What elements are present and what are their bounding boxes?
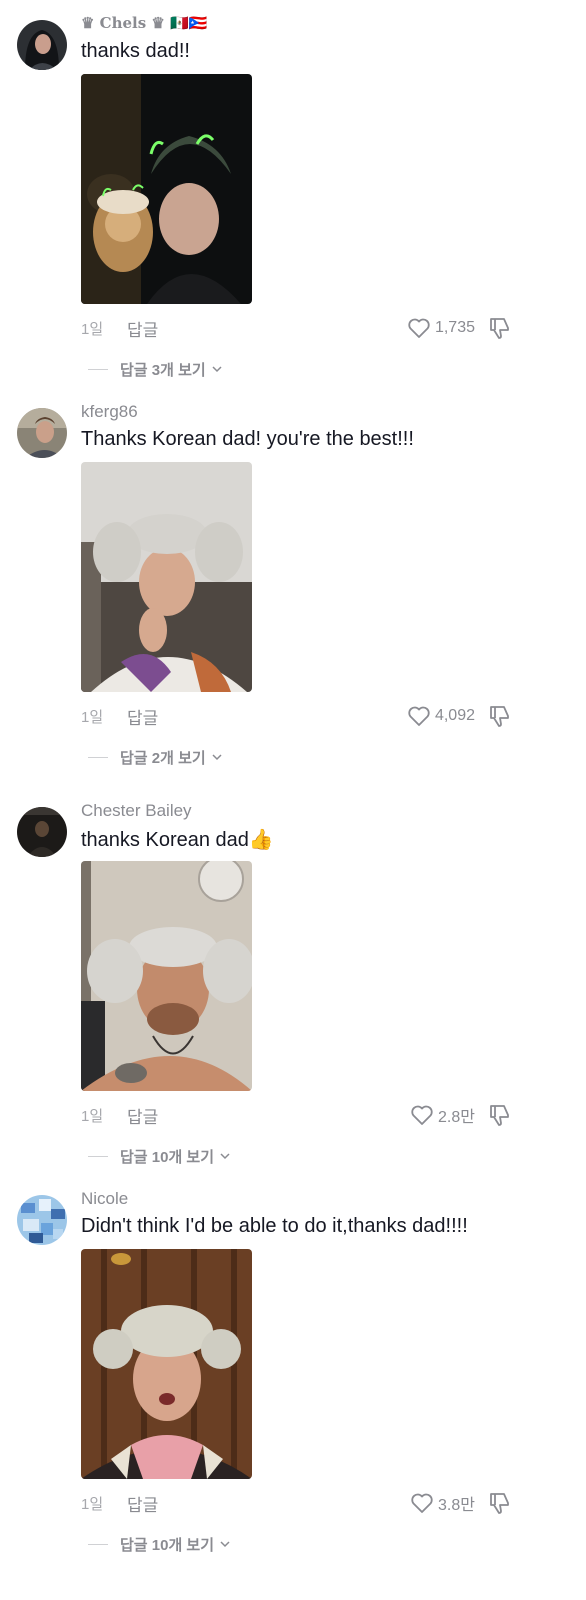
view-replies-label: 답글 10개 보기 xyxy=(120,1148,215,1166)
avatar[interactable] xyxy=(17,20,67,70)
comment-photo[interactable] xyxy=(81,74,252,304)
username[interactable]: Chester Bailey xyxy=(81,801,192,821)
like-count: 2.8만 xyxy=(438,1109,475,1126)
like-button[interactable]: 4,092 xyxy=(407,704,475,728)
like-count: 4,092 xyxy=(434,707,475,724)
comment-item: kferg86 Thanks Korean dad! you're the be… xyxy=(0,388,586,784)
thumbs-down-icon xyxy=(490,1493,509,1514)
comment-item: Nicole Didn't think I'd be able to do it… xyxy=(0,1175,586,1571)
comment-meta: 1일 답글 2.8만 xyxy=(81,1103,521,1127)
like-button[interactable]: 1,735 xyxy=(407,316,475,340)
thumbs-down-icon xyxy=(490,318,509,339)
timestamp: 1일 xyxy=(81,1496,104,1513)
like-count: 1,735 xyxy=(434,319,475,336)
comment-meta: 1일 답글 3.8만 xyxy=(81,1491,521,1515)
view-replies-button[interactable]: 답글 10개 보기 xyxy=(88,1145,231,1167)
reply-button[interactable]: 답글 xyxy=(127,1103,158,1128)
timestamp: 1일 xyxy=(81,709,104,726)
heart-outline-icon xyxy=(411,1493,433,1513)
view-replies-button[interactable]: 답글 2개 보기 xyxy=(88,746,223,768)
avatar[interactable] xyxy=(17,807,67,857)
avatar[interactable] xyxy=(17,408,67,458)
comment-meta: 1일 답글 4,092 xyxy=(81,704,521,728)
comment-item: Chester Bailey thanks Korean dad👍 1일 답글 … xyxy=(0,787,586,1183)
avatar[interactable] xyxy=(17,1195,67,1245)
thumbs-down-icon xyxy=(490,1105,509,1126)
divider xyxy=(88,1543,108,1545)
reply-button[interactable]: 답글 xyxy=(127,316,158,341)
dislike-button[interactable] xyxy=(487,316,513,340)
like-button[interactable]: 3.8만 xyxy=(410,1491,475,1515)
comment-text: thanks dad!! xyxy=(81,40,190,62)
dislike-button[interactable] xyxy=(487,1103,513,1127)
chevron-down-icon xyxy=(220,1541,230,1548)
dislike-button[interactable] xyxy=(487,1491,513,1515)
like-button[interactable]: 2.8만 xyxy=(410,1103,475,1127)
comment-item: ♛ Chels ♛ 🇲🇽🇵🇷 thanks dad!! 1일 답글 1,735 xyxy=(0,0,586,396)
heart-outline-icon xyxy=(408,318,430,338)
comment-photo[interactable] xyxy=(81,1249,252,1479)
chevron-down-icon xyxy=(220,1153,230,1160)
username[interactable]: ♛ Chels ♛ 🇲🇽🇵🇷 xyxy=(81,14,207,32)
reply-button[interactable]: 답글 xyxy=(127,704,158,729)
heart-outline-icon xyxy=(411,1105,433,1125)
heart-outline-icon xyxy=(408,706,430,726)
timestamp: 1일 xyxy=(81,321,104,338)
reply-button[interactable]: 답글 xyxy=(127,1491,158,1516)
timestamp: 1일 xyxy=(81,1108,104,1125)
comment-text: thanks Korean dad👍 xyxy=(81,829,274,851)
divider xyxy=(88,756,108,758)
view-replies-button[interactable]: 답글 10개 보기 xyxy=(88,1533,231,1555)
username[interactable]: kferg86 xyxy=(81,402,138,422)
comment-text: Thanks Korean dad! you're the best!!! xyxy=(81,428,414,450)
chevron-down-icon xyxy=(212,754,222,761)
view-replies-button[interactable]: 답글 3개 보기 xyxy=(88,358,223,380)
view-replies-label: 답글 10개 보기 xyxy=(120,1536,215,1554)
comment-text: Didn't think I'd be able to do it,thanks… xyxy=(81,1215,468,1237)
view-replies-label: 답글 2개 보기 xyxy=(120,749,206,767)
view-replies-label: 답글 3개 보기 xyxy=(120,361,206,379)
comment-meta: 1일 답글 1,735 xyxy=(81,316,521,340)
divider xyxy=(88,368,108,370)
comment-photo[interactable] xyxy=(81,861,252,1091)
like-count: 3.8만 xyxy=(438,1497,475,1514)
username[interactable]: Nicole xyxy=(81,1189,128,1209)
divider xyxy=(88,1155,108,1157)
dislike-button[interactable] xyxy=(487,704,513,728)
comment-photo[interactable] xyxy=(81,462,252,692)
chevron-down-icon xyxy=(212,366,222,373)
thumbs-down-icon xyxy=(490,706,509,727)
